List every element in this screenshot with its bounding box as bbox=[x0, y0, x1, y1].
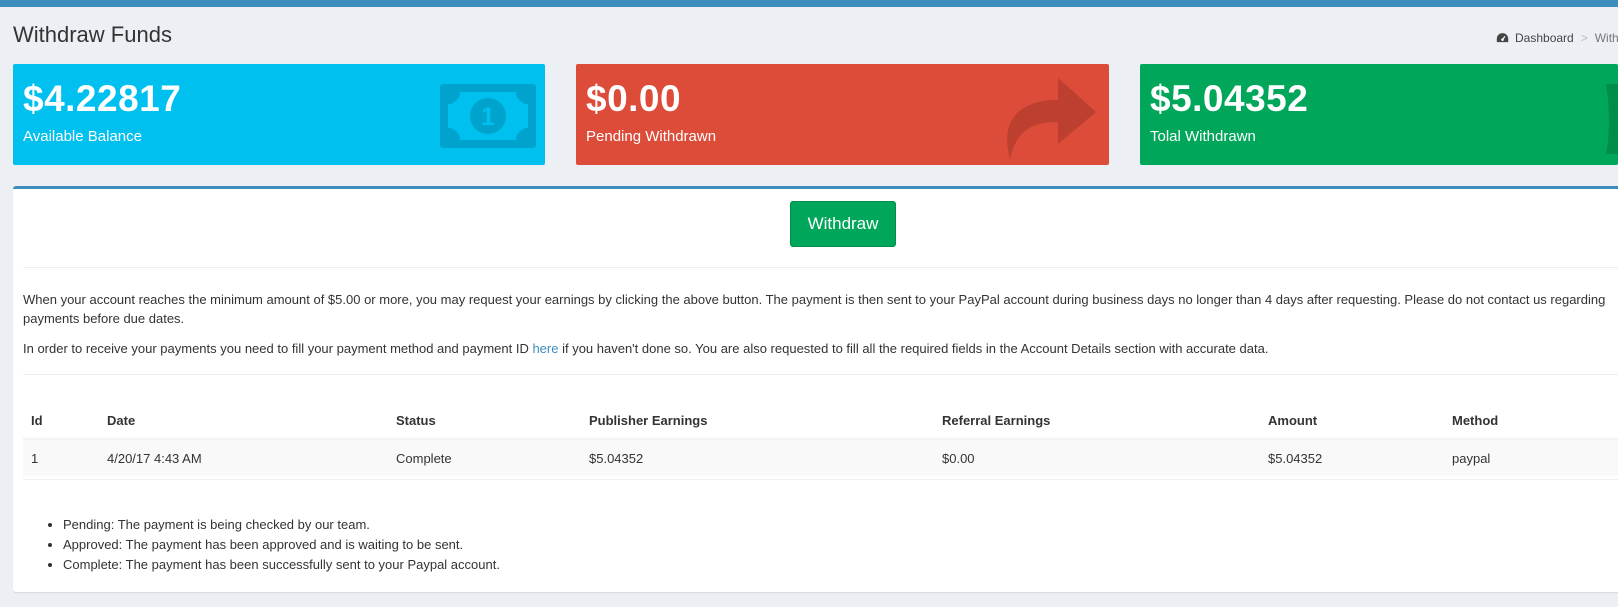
cell-referral-earnings: $0.00 bbox=[934, 439, 1260, 476]
available-balance-box: $4.22817 Available Balance 1 bbox=[13, 64, 545, 165]
available-balance-label: Available Balance bbox=[23, 128, 142, 145]
list-item: Pending: The payment is being checked by… bbox=[63, 515, 500, 535]
cell-date: 4/20/17 4:43 AM bbox=[99, 439, 388, 476]
available-balance-value: $4.22817 bbox=[23, 78, 182, 119]
withdraw-button[interactable]: Withdraw bbox=[790, 201, 896, 247]
list-item: Complete: The payment has been successfu… bbox=[63, 555, 500, 575]
share-arrow-icon bbox=[1007, 78, 1096, 159]
divider bbox=[23, 479, 1618, 480]
total-withdrawn-value: $5.04352 bbox=[1150, 78, 1309, 119]
withdraw-info-text: When your account reaches the minimum am… bbox=[23, 292, 1606, 326]
svg-text:1: 1 bbox=[481, 103, 495, 131]
cell-id: 1 bbox=[23, 439, 99, 476]
column-header-method: Method bbox=[1444, 403, 1618, 440]
pending-withdrawn-value: $0.00 bbox=[586, 78, 682, 119]
column-header-referral-earnings: Referral Earnings bbox=[934, 403, 1260, 440]
column-header-amount: Amount bbox=[1260, 403, 1444, 440]
top-navbar bbox=[0, 0, 1618, 7]
divider bbox=[23, 267, 1618, 268]
pending-withdrawn-box: $0.00 Pending Withdrawn bbox=[576, 64, 1109, 165]
info-text-part: if you haven't done so. You are also req… bbox=[558, 341, 1269, 356]
page-title: Withdraw Funds bbox=[13, 22, 172, 47]
cell-amount: $5.04352 bbox=[1260, 439, 1444, 476]
cell-method: paypal bbox=[1444, 439, 1618, 476]
cell-status: Complete bbox=[388, 439, 581, 476]
breadcrumb-home-link[interactable]: Dashboard bbox=[1515, 31, 1574, 45]
withdraw-panel: Withdraw When your account reaches the m… bbox=[13, 186, 1618, 592]
total-withdrawn-label: Tolal Withdrawn bbox=[1150, 128, 1256, 145]
info-text-part: In order to receive your payments you ne… bbox=[23, 341, 533, 356]
column-header-publisher-earnings: Publisher Earnings bbox=[581, 403, 934, 440]
column-header-status: Status bbox=[388, 403, 581, 440]
divider bbox=[23, 374, 1618, 375]
money-bill-icon: 1 bbox=[440, 84, 536, 148]
breadcrumb-separator: > bbox=[1580, 31, 1588, 45]
cell-publisher-earnings: $5.04352 bbox=[581, 439, 934, 476]
status-legend-list: Pending: The payment is being checked by… bbox=[63, 515, 500, 575]
dashboard-icon bbox=[1496, 33, 1509, 43]
partial-icon bbox=[1606, 84, 1618, 154]
column-header-date: Date bbox=[99, 403, 388, 440]
withdrawals-table: Id Date Status Publisher Earnings Referr… bbox=[23, 403, 1618, 476]
breadcrumb: Dashboard > Withd bbox=[1496, 31, 1618, 45]
total-withdrawn-box: $5.04352 Tolal Withdrawn bbox=[1140, 64, 1618, 165]
pending-withdrawn-label: Pending Withdrawn bbox=[586, 128, 717, 145]
breadcrumb-current: Withd bbox=[1594, 31, 1618, 45]
table-row: 1 4/20/17 4:43 AM Complete $5.04352 $0.0… bbox=[23, 439, 1618, 476]
table-header-row: Id Date Status Publisher Earnings Referr… bbox=[23, 403, 1618, 440]
payment-method-info-text: In order to receive your payments you ne… bbox=[23, 339, 1618, 358]
column-header-id: Id bbox=[23, 403, 99, 440]
payment-settings-link[interactable]: here bbox=[532, 341, 558, 356]
list-item: Approved: The payment has been approved … bbox=[63, 535, 500, 555]
